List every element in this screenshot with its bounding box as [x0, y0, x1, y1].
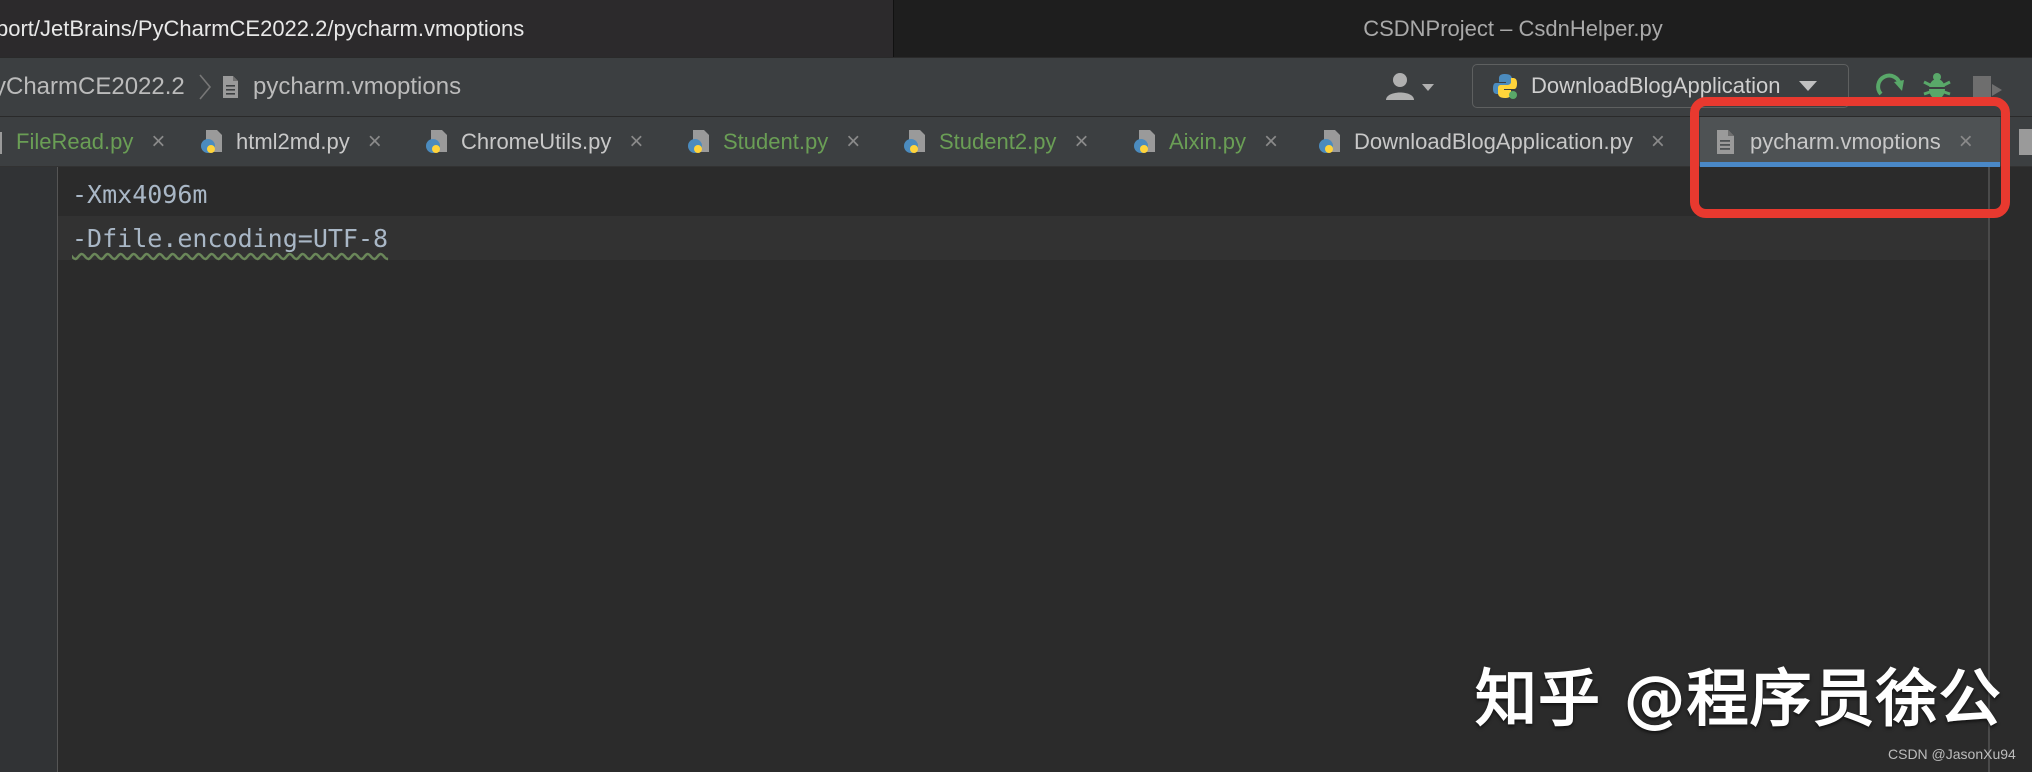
python-file-icon	[0, 128, 6, 156]
tab-student2[interactable]: Student2.py ×	[901, 117, 1088, 167]
tab-fileread[interactable]: FileRead.py ×	[0, 117, 165, 167]
tab-html2md[interactable]: html2md.py ×	[198, 117, 382, 167]
breadcrumb-file-label: pycharm.vmoptions	[253, 73, 462, 100]
close-icon[interactable]: ×	[1264, 128, 1278, 156]
tab-label: Aixin.py	[1169, 129, 1247, 154]
tab-label: DownloadBlogApplication.py	[1354, 129, 1633, 154]
window-title-bar: port/JetBrains/PyCharmCE2022.2/pycharm.v…	[0, 0, 2032, 57]
close-icon[interactable]: ×	[629, 128, 643, 156]
close-icon[interactable]: ×	[1651, 128, 1665, 156]
tab-label: html2md.py	[236, 129, 350, 154]
project-title: CSDNProject – CsdnHelper.py	[893, 0, 2032, 57]
chevron-down-icon	[1798, 81, 1817, 91]
tab-label: Student2.py	[939, 129, 1057, 154]
project-title-text: CSDNProject – CsdnHelper.py	[1363, 15, 1663, 41]
close-icon[interactable]: ×	[1074, 128, 1088, 156]
text-file-icon	[222, 75, 239, 99]
close-icon[interactable]: ×	[368, 128, 382, 156]
breadcrumb-item-file[interactable]: pycharm.vmoptions	[222, 58, 461, 116]
breadcrumb-folder-label: yCharmCE2022.2	[0, 73, 185, 100]
python-run-icon	[1491, 72, 1519, 100]
tab-overflow-file-icon[interactable]	[2014, 129, 2032, 155]
tab-label: Student.py	[723, 129, 829, 154]
tab-chromeutils[interactable]: ChromeUtils.py ×	[423, 117, 643, 167]
python-file-icon	[198, 128, 226, 156]
breadcrumb-separator-icon	[199, 74, 212, 100]
python-file-icon	[423, 128, 451, 156]
python-file-icon	[1131, 128, 1159, 156]
user-icon	[1386, 73, 1434, 100]
code-line-2[interactable]: -Dfile.encoding=UTF-8	[58, 216, 1988, 260]
code-line-text: -Dfile.encoding=UTF-8	[72, 223, 389, 253]
zhihu-watermark: 知乎 @程序员徐公	[1475, 662, 2002, 735]
highlight-annotation-box	[1690, 97, 2010, 218]
close-icon[interactable]: ×	[151, 128, 165, 156]
tab-student[interactable]: Student.py ×	[685, 117, 860, 167]
code-line-text: -Xmx4096m	[72, 179, 208, 209]
close-icon[interactable]: ×	[846, 128, 860, 156]
editor-gutter	[0, 167, 58, 772]
python-file-icon	[901, 128, 929, 156]
vcs-user-button[interactable]	[1384, 70, 1440, 104]
tab-label: ChromeUtils.py	[461, 129, 612, 154]
python-file-icon	[1316, 128, 1344, 156]
csdn-watermark: CSDN @JasonXu94	[1888, 746, 2016, 762]
file-path-title: port/JetBrains/PyCharmCE2022.2/pycharm.v…	[0, 0, 893, 57]
tab-downloadblogapplication[interactable]: DownloadBlogApplication.py ×	[1316, 117, 1665, 167]
run-configuration-label: DownloadBlogApplication	[1531, 73, 1781, 98]
file-path-title-text: port/JetBrains/PyCharmCE2022.2/pycharm.v…	[0, 15, 525, 41]
python-file-icon	[685, 128, 713, 156]
tab-label: FileRead.py	[16, 129, 134, 154]
tab-aixin[interactable]: Aixin.py ×	[1131, 117, 1278, 167]
breadcrumb-item-folder[interactable]: yCharmCE2022.2	[0, 58, 185, 116]
